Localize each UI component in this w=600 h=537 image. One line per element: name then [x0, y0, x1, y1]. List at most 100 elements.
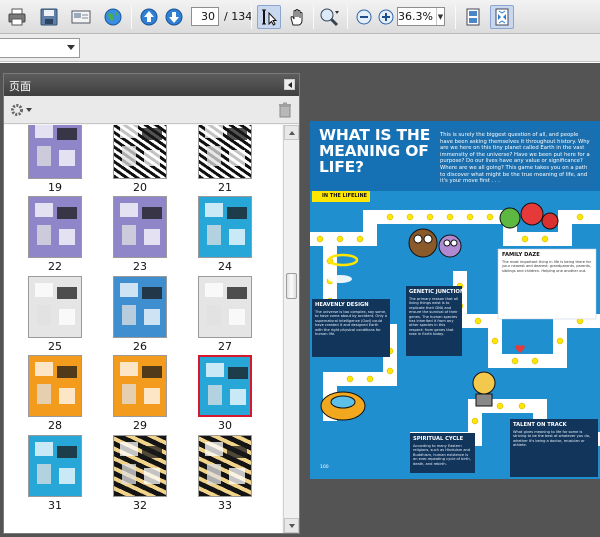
thumbnail-picture [37, 384, 51, 404]
thumbnail-picture [57, 128, 77, 140]
box-text: What gives meaning to life for some is s… [513, 430, 591, 448]
next-page-button[interactable] [162, 5, 186, 29]
page-thumbnail[interactable] [28, 276, 82, 338]
thumbnail-picture [57, 287, 77, 299]
select-tool-button[interactable] [257, 5, 281, 29]
document-page-number: 100 [320, 465, 329, 470]
trash-icon [279, 102, 291, 118]
page-thumbnail[interactable] [113, 125, 167, 179]
page-count-label: / 134 [224, 10, 253, 23]
thumbnail-picture [230, 389, 246, 405]
page-thumbnail[interactable] [113, 276, 167, 338]
arrow-down-icon [288, 523, 295, 528]
thumbnail-picture [142, 128, 162, 140]
thumbnail-scrollbar[interactable] [283, 125, 299, 533]
thumbnail-picture [120, 442, 138, 456]
zoom-out-button[interactable] [352, 5, 376, 29]
thumbnail-picture [227, 446, 247, 458]
fit-width-button[interactable] [490, 5, 514, 29]
scroll-up-button[interactable] [284, 125, 299, 140]
thumbnail-picture [37, 305, 51, 325]
scroll-thumb[interactable] [286, 273, 297, 299]
thumbnail-picture [207, 305, 221, 325]
thumbnail-picture [122, 225, 136, 245]
box-title: TALENT ON TRACK [513, 422, 567, 428]
thumbnail-picture [35, 362, 53, 376]
options-menu-button[interactable] [10, 102, 32, 118]
thumbnail-picture [205, 125, 223, 138]
page-thumbnail[interactable] [28, 196, 82, 258]
arrow-down-icon [165, 8, 183, 26]
toolbar-separator [313, 5, 314, 29]
chevron-down-icon: ▼ [435, 8, 444, 25]
thumbnail-picture [120, 203, 138, 217]
save-icon [40, 8, 58, 26]
thumbnail-picture [37, 146, 51, 166]
thumbnail-picture [120, 125, 138, 138]
page-thumbnail[interactable] [198, 196, 252, 258]
thumbnail-picture [122, 146, 136, 166]
email-icon [71, 10, 91, 24]
thumbnail-picture [59, 468, 75, 484]
page-thumbnail[interactable] [113, 196, 167, 258]
page-thumbnail[interactable] [113, 355, 167, 417]
page-thumbnail-label: 21 [218, 181, 232, 194]
scroll-down-button[interactable] [284, 518, 299, 533]
thumbnail-picture [205, 442, 223, 456]
thumbnail-picture [122, 464, 136, 484]
page-thumbnail[interactable] [28, 355, 82, 417]
page-thumbnail[interactable] [198, 435, 252, 497]
page-thumbnail-label: 24 [218, 260, 232, 273]
hand-tool-button[interactable] [285, 5, 309, 29]
collapse-panel-button[interactable] [284, 79, 295, 90]
page-thumbnail[interactable] [113, 435, 167, 497]
fit-page-icon [466, 8, 480, 26]
print-button[interactable] [5, 5, 29, 29]
page-thumbnail[interactable] [198, 125, 252, 179]
chevron-down-icon [26, 108, 32, 112]
chevron-down-icon [67, 45, 75, 50]
page-thumbnail-label: 19 [48, 181, 62, 194]
thumbnail-picture [227, 207, 247, 219]
thumbnail-picture [144, 468, 160, 484]
page-thumbnail-label: 23 [133, 260, 147, 273]
page-thumbnail[interactable] [198, 355, 252, 417]
page-thumbnail[interactable] [28, 435, 82, 497]
box-text: The primary reason that all living thing… [409, 297, 458, 337]
page-thumbnail[interactable] [198, 276, 252, 338]
zoom-in-button[interactable] [374, 5, 398, 29]
save-button[interactable] [37, 5, 61, 29]
find-dropdown[interactable] [0, 38, 80, 58]
zoom-out-icon [356, 9, 372, 25]
page-thumbnail-label: 27 [218, 340, 232, 353]
page-thumbnail[interactable] [28, 125, 82, 179]
thumbnail-picture [57, 366, 77, 378]
thumbnail-picture [142, 446, 162, 458]
toolbar-separator [251, 5, 252, 29]
thumbnail-picture [120, 283, 138, 297]
arrow-up-icon [140, 8, 158, 26]
zoom-level-select[interactable]: 36.3% ▼ [397, 7, 445, 26]
page-thumbnail-label: 20 [133, 181, 147, 194]
fit-width-icon [495, 8, 509, 26]
web-button[interactable] [101, 5, 125, 29]
document-page[interactable]: WHAT IS THE MEANING OF LIFE? This is sur… [310, 121, 600, 479]
box-title: FAMILY DAZE [502, 252, 540, 258]
magnifier-icon [320, 8, 339, 27]
previous-page-button[interactable] [137, 5, 161, 29]
thumbnail-picture [37, 225, 51, 245]
page-thumbnail-label: 31 [48, 499, 62, 512]
thumbnail-picture [207, 146, 221, 166]
thumbnail-picture [37, 464, 51, 484]
email-button[interactable] [69, 5, 93, 29]
thumbnail-picture [35, 203, 53, 217]
page-thumbnail-label: 22 [48, 260, 62, 273]
delete-page-button[interactable] [278, 102, 292, 121]
thumbnail-picture [142, 287, 162, 299]
thumbnail-picture [229, 150, 245, 166]
page-number-input[interactable] [191, 7, 219, 26]
fit-page-button[interactable] [461, 5, 485, 29]
marquee-zoom-button[interactable] [318, 5, 342, 29]
thumbnail-picture [208, 385, 222, 405]
main-toolbar: / 134 36.3% ▼ [0, 0, 600, 34]
